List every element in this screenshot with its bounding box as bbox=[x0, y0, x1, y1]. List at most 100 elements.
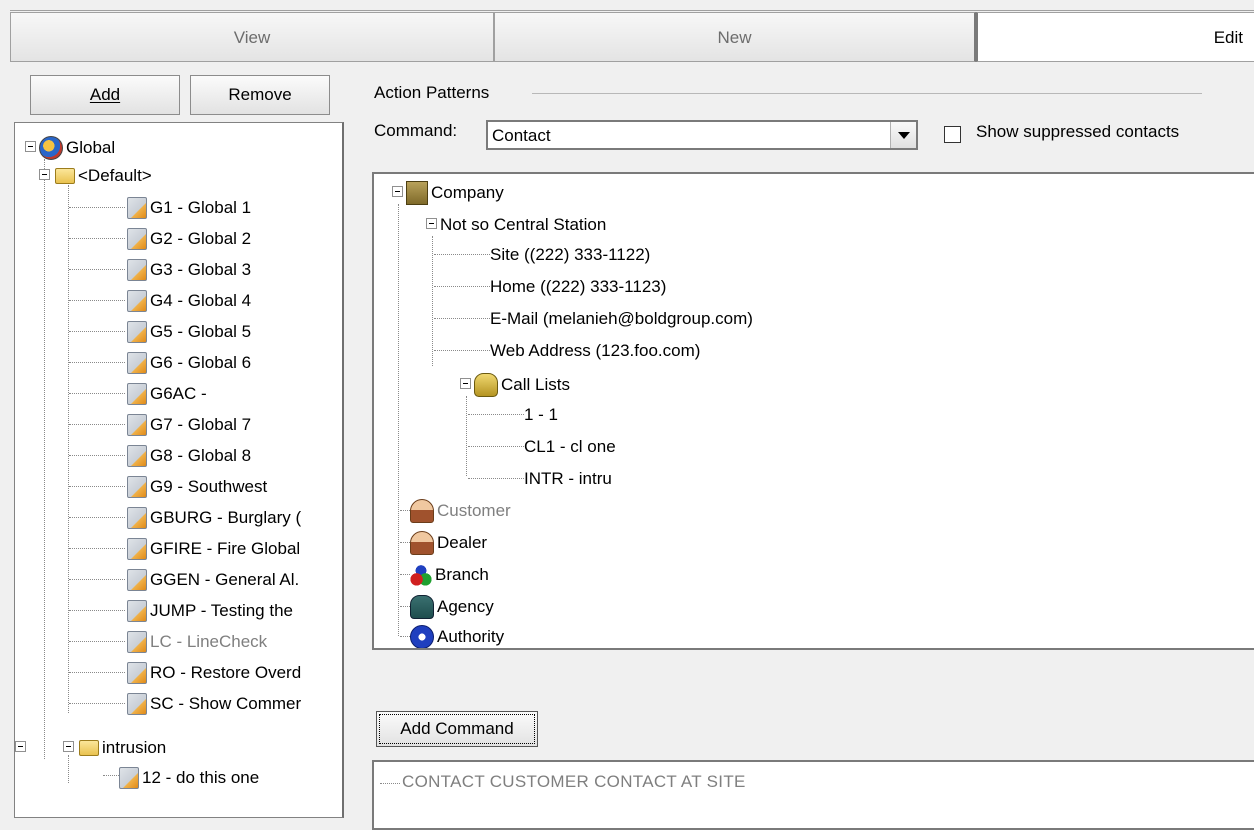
collapse-toggle[interactable] bbox=[25, 141, 36, 152]
action-patterns-label: Action Patterns bbox=[374, 83, 490, 102]
add-command-button[interactable]: Add Command bbox=[376, 711, 538, 747]
collapse-toggle[interactable] bbox=[392, 186, 403, 197]
tree-node-item[interactable]: G3 - Global 3 bbox=[127, 255, 251, 283]
tree-node-item[interactable]: G4 - Global 4 bbox=[127, 286, 251, 314]
tree-node-item[interactable]: GGEN - General Al. bbox=[127, 565, 299, 593]
tree-node-label: Branch bbox=[435, 564, 489, 584]
tree-node-contact[interactable]: E-Mail (melanieh@boldgroup.com) bbox=[490, 304, 753, 332]
tab-view[interactable]: View bbox=[10, 12, 494, 62]
tree-line bbox=[69, 579, 125, 580]
tree-node-item[interactable]: G5 - Global 5 bbox=[127, 317, 251, 345]
tree-node-contact[interactable]: Site ((222) 333-1122) bbox=[490, 240, 650, 268]
tree-node-item[interactable]: 12 - do this one bbox=[119, 763, 259, 791]
chevron-down-icon[interactable] bbox=[890, 122, 916, 148]
tree-node-call-list[interactable]: CL1 - cl one bbox=[524, 432, 616, 460]
tree-node-item[interactable]: G6AC - bbox=[127, 379, 207, 407]
tree-node-label: GFIRE - Fire Global bbox=[150, 538, 301, 558]
script-icon bbox=[127, 320, 147, 343]
tree-node-item[interactable]: SC - Show Commer bbox=[127, 689, 301, 717]
tree-node-label: G1 - Global 1 bbox=[150, 197, 252, 217]
tree-node-label: JUMP - Testing the bbox=[150, 600, 293, 620]
collapse-toggle[interactable] bbox=[460, 378, 471, 389]
add-button[interactable]: Add bbox=[30, 75, 180, 115]
tree-node-item[interactable]: GBURG - Burglary ( bbox=[127, 503, 301, 531]
tree-node-label: Customer bbox=[437, 500, 511, 520]
tree-node-intrusion[interactable]: intrusion bbox=[79, 733, 166, 761]
tree-node-item[interactable]: G8 - Global 8 bbox=[127, 441, 251, 469]
tree-node-item[interactable]: G6 - Global 6 bbox=[127, 348, 251, 376]
tree-line bbox=[380, 783, 400, 784]
command-label: Command: bbox=[374, 121, 458, 140]
tree-node-item[interactable]: G1 - Global 1 bbox=[127, 193, 251, 221]
tree-node-label: Web Address (123.foo.com) bbox=[490, 340, 701, 360]
tree-node-item[interactable]: GFIRE - Fire Global bbox=[127, 534, 300, 562]
tree-node-dealer[interactable]: Dealer bbox=[410, 528, 487, 556]
tree-node-item[interactable]: JUMP - Testing the bbox=[127, 596, 293, 624]
tree-node-label: G8 - Global 8 bbox=[150, 445, 252, 465]
tree-node-label: SC - Show Commer bbox=[150, 693, 302, 713]
tree-node-call-list[interactable]: INTR - intru bbox=[524, 464, 612, 492]
tree-node-branch[interactable]: Branch bbox=[410, 560, 489, 588]
building-icon bbox=[406, 180, 428, 205]
tree-line bbox=[466, 396, 467, 476]
command-list[interactable]: CONTACT CUSTOMER CONTACT AT SITE bbox=[372, 760, 1254, 830]
tree-node-item[interactable]: G2 - Global 2 bbox=[127, 224, 251, 252]
tree-node-call-list[interactable]: 1 - 1 bbox=[524, 400, 558, 428]
tree-line bbox=[69, 610, 125, 611]
script-check-icon bbox=[119, 766, 139, 789]
remove-button-label: Remove bbox=[228, 85, 292, 104]
collapse-toggle[interactable] bbox=[426, 218, 437, 229]
tree-line bbox=[69, 424, 125, 425]
authority-icon bbox=[410, 624, 434, 648]
tree-line bbox=[69, 331, 125, 332]
tree-node-agency[interactable]: Agency bbox=[410, 592, 494, 620]
tab-edit[interactable]: Edit bbox=[976, 12, 1254, 62]
remove-button[interactable]: Remove bbox=[190, 75, 330, 115]
command-dropdown[interactable]: Contact bbox=[486, 120, 918, 150]
command-list-item[interactable]: CONTACT CUSTOMER CONTACT AT SITE bbox=[402, 772, 746, 792]
tree-line bbox=[400, 606, 410, 607]
tree-node-label: 12 - do this one bbox=[142, 767, 260, 787]
collapse-toggle[interactable] bbox=[39, 169, 50, 180]
tree-node-label: Dealer bbox=[437, 532, 488, 552]
group-divider bbox=[532, 93, 1202, 94]
script-icon bbox=[127, 351, 147, 374]
tree-line bbox=[400, 574, 410, 575]
tab-strip bbox=[10, 0, 1254, 11]
script-icon bbox=[127, 506, 147, 529]
tree-node-authority[interactable]: Authority bbox=[410, 622, 504, 648]
tree-line bbox=[68, 755, 69, 783]
tree-line bbox=[69, 269, 125, 270]
tree-line bbox=[468, 414, 524, 415]
script-icon bbox=[127, 568, 147, 591]
tree-node-default[interactable]: <Default> bbox=[55, 161, 152, 189]
tree-node-global[interactable]: Global bbox=[39, 133, 115, 161]
tree-node-customer[interactable]: Customer bbox=[410, 496, 511, 524]
tree-node-company[interactable]: Company bbox=[406, 178, 504, 206]
tree-node-call-lists[interactable]: Call Lists bbox=[474, 370, 570, 398]
collapse-toggle[interactable] bbox=[63, 741, 74, 752]
show-suppressed-checkbox[interactable] bbox=[944, 126, 961, 143]
tree-node-label: Global bbox=[66, 137, 116, 157]
tree-node-station[interactable]: Not so Central Station bbox=[440, 210, 606, 238]
tree-node-item[interactable]: RO - Restore Overd bbox=[127, 658, 301, 686]
tree-node-item[interactable]: G9 - Southwest bbox=[127, 472, 267, 500]
contact-tree[interactable]: Company Not so Central Station Site ((22… bbox=[372, 172, 1254, 650]
tree-node-item[interactable]: LC - LineCheck bbox=[127, 627, 267, 655]
tab-new[interactable]: New bbox=[494, 12, 976, 62]
tree-node-contact[interactable]: Web Address (123.foo.com) bbox=[490, 336, 700, 364]
script-icon bbox=[127, 258, 147, 281]
tree-node-label: G7 - Global 7 bbox=[150, 414, 252, 434]
show-suppressed-label[interactable]: Show suppressed contacts bbox=[976, 122, 1179, 142]
tree-node-label: Company bbox=[431, 182, 504, 202]
dealer-icon bbox=[410, 530, 434, 555]
script-icon bbox=[127, 196, 147, 219]
tree-node-item[interactable]: G7 - Global 7 bbox=[127, 410, 251, 438]
tree-node-contact[interactable]: Home ((222) 333-1123) bbox=[490, 272, 666, 300]
tree-node-label: CL1 - cl one bbox=[524, 436, 616, 456]
tree-line bbox=[400, 542, 410, 543]
pattern-tree[interactable]: Global <Default> G1 - Global 1 G2 - Globa… bbox=[14, 122, 344, 818]
tree-line bbox=[468, 478, 524, 479]
collapse-toggle[interactable] bbox=[15, 741, 26, 752]
tree-line bbox=[434, 254, 490, 255]
